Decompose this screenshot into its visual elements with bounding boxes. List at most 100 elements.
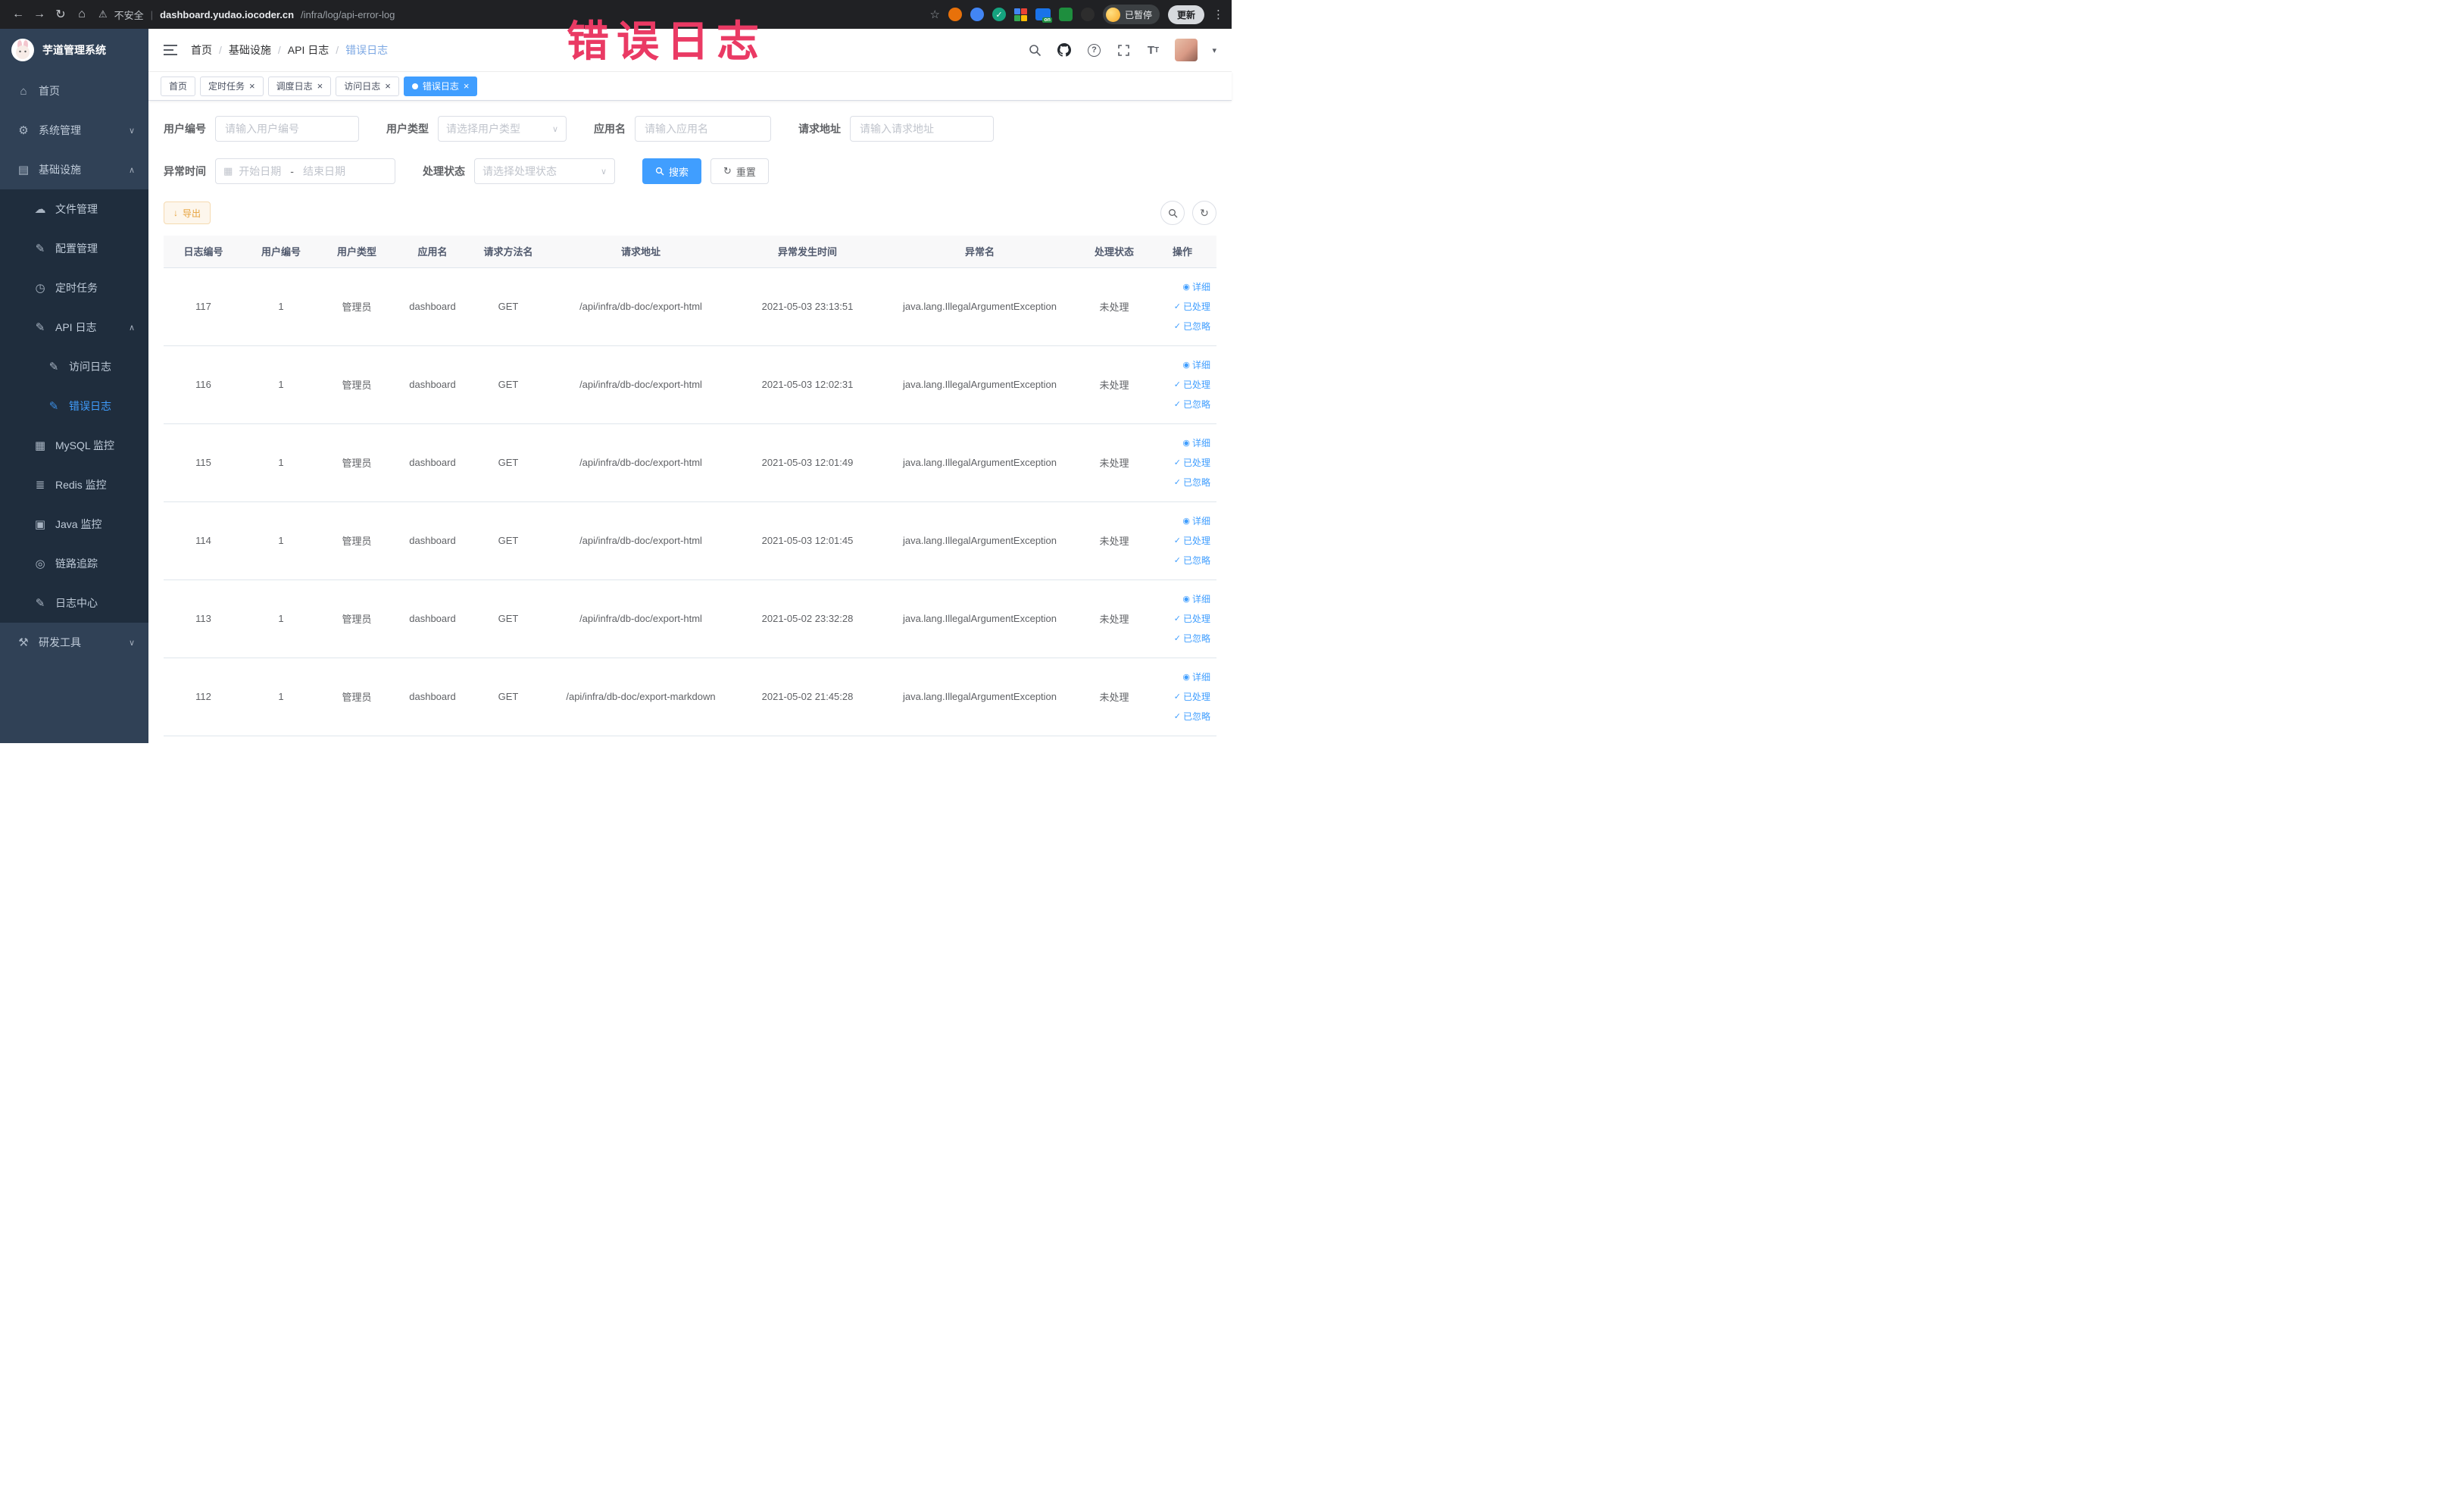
start-date-placeholder: 开始日期 (239, 165, 282, 177)
close-icon[interactable]: × (385, 81, 391, 91)
sidebar-item-dev-tools[interactable]: ⚒ 研发工具 ∨ (0, 623, 148, 662)
sidebar-item-java-monitor[interactable]: ▣ Java 监控 (0, 505, 148, 544)
sidebar-item-label: 研发工具 (39, 636, 81, 648)
bookmark-star-icon[interactable]: ☆ (930, 8, 940, 21)
sidebar-item-system-admin[interactable]: ⚙ 系统管理 ∨ (0, 111, 148, 150)
mark-processed-link[interactable]: ✓ 已处理 (1148, 609, 1210, 629)
mark-processed-link[interactable]: ✓ 已处理 (1148, 531, 1210, 551)
cell-request-url: /api/infra/db-doc/export-markdown (546, 658, 735, 736)
mark-ignored-link[interactable]: ✓ 已忽略 (1148, 707, 1210, 726)
sidebar-item-error-log[interactable]: ✎ 错误日志 (0, 386, 148, 426)
search-icon (1168, 208, 1177, 217)
mark-processed-link[interactable]: ✓ 已处理 (1148, 453, 1210, 473)
detail-link[interactable]: ◉ 详细 (1148, 277, 1210, 297)
app-name-input[interactable] (635, 116, 771, 142)
tab-access-log[interactable]: 访问日志 × (336, 76, 399, 96)
cell-exception-name: java.lang.IllegalArgumentException (879, 658, 1080, 736)
detail-link-label: 详细 (1191, 360, 1210, 370)
sidebar-item-config-management[interactable]: ✎ 配置管理 (0, 229, 148, 268)
detail-link[interactable]: ◉ 详细 (1148, 433, 1210, 453)
close-icon[interactable]: × (464, 81, 470, 91)
sidebar-item-infrastructure[interactable]: ▤ 基础设施 ∧ (0, 150, 148, 189)
extension-icon[interactable] (1058, 8, 1073, 21)
mark-ignored-link[interactable]: ✓ 已忽略 (1148, 551, 1210, 570)
reload-icon[interactable]: ↻ (50, 4, 71, 25)
process-status-select[interactable]: 请选择处理状态 ∨ (474, 158, 615, 184)
sidebar-item-file-management[interactable]: ☁ 文件管理 (0, 189, 148, 229)
browser-update-button[interactable]: 更新 (1167, 5, 1204, 24)
address-divider: | (150, 8, 154, 20)
font-size-icon[interactable]: TT (1145, 42, 1160, 58)
tab-schedule-log[interactable]: 调度日志 × (267, 76, 332, 96)
tab-scheduled-jobs[interactable]: 定时任务 × (200, 76, 264, 96)
mark-processed-link[interactable]: ✓ 已处理 (1148, 297, 1210, 317)
profile-emoji-avatar (1105, 7, 1120, 22)
sidebar-item-api-log[interactable]: ✎ API 日志 ∧ (0, 308, 148, 347)
help-icon[interactable]: ? (1086, 42, 1101, 58)
browser-profile-button[interactable]: 已暂停 (1102, 5, 1160, 24)
back-icon[interactable]: ← (8, 4, 29, 25)
app-logo[interactable]: 芋道管理系统 (0, 29, 148, 71)
github-icon[interactable] (1057, 42, 1072, 58)
close-icon[interactable]: × (249, 81, 255, 91)
filter-process-status: 处理状态 请选择处理状态 ∨ (423, 158, 615, 184)
extension-icon[interactable] (970, 8, 984, 21)
sidebar-item-label: Redis 监控 (55, 479, 107, 491)
user-id-input[interactable] (215, 116, 359, 142)
mark-ignored-link[interactable]: ✓ 已忽略 (1148, 317, 1210, 336)
cell-status: 未处理 (1080, 345, 1148, 424)
breadcrumb-item[interactable]: API 日志 (288, 42, 329, 58)
cell-method: GET (470, 267, 546, 346)
extension-icon[interactable] (1013, 8, 1027, 21)
breadcrumb-item[interactable]: 首页 (191, 42, 212, 58)
sidebar-fold-icon[interactable] (164, 45, 177, 55)
mark-ignored-link[interactable]: ✓ 已忽略 (1148, 473, 1210, 492)
detail-link[interactable]: ◉ 详细 (1148, 589, 1210, 609)
filter-label: 应用名 (594, 123, 626, 135)
exception-time-range-picker[interactable]: ▦ 开始日期 - 结束日期 (215, 158, 395, 184)
search-icon[interactable] (1027, 42, 1042, 58)
address-bar[interactable]: ⚠ 不安全 | dashboard.yudao.iocoder.cn/infra… (98, 8, 930, 22)
cell-app-name: dashboard (395, 345, 470, 424)
sidebar-item-redis-monitor[interactable]: ≣ Redis 监控 (0, 465, 148, 505)
extension-icon[interactable]: ✓ (992, 8, 1006, 21)
refresh-button[interactable]: ↻ (1192, 201, 1216, 225)
home-icon[interactable]: ⌂ (71, 4, 92, 25)
sidebar-item-scheduled-jobs[interactable]: ◷ 定时任务 (0, 268, 148, 308)
tab-error-log[interactable]: 错误日志 × (403, 76, 478, 96)
detail-link[interactable]: ◉ 详细 (1148, 667, 1210, 687)
detail-link[interactable]: ◉ 详细 (1148, 511, 1210, 531)
download-icon: ↓ (173, 208, 178, 218)
sidebar-item-access-log[interactable]: ✎ 访问日志 (0, 347, 148, 386)
extension-icon[interactable]: on (1035, 8, 1052, 23)
forward-icon[interactable]: → (29, 4, 50, 25)
reset-button[interactable]: ↻ 重置 (710, 158, 769, 184)
tab-home[interactable]: 首页 (161, 76, 196, 96)
avatar-caret-down-icon[interactable]: ▾ (1212, 45, 1216, 55)
extension-icon[interactable] (948, 8, 962, 21)
extension-icon[interactable] (1080, 8, 1095, 21)
toggle-search-button[interactable] (1160, 201, 1185, 225)
detail-link[interactable]: ◉ 详细 (1148, 355, 1210, 375)
breadcrumb-item[interactable]: 基础设施 (229, 42, 271, 58)
export-button[interactable]: ↓ 导出 (164, 201, 211, 224)
user-type-select[interactable]: 请选择用户类型 ∨ (438, 116, 567, 142)
cell-request-url: /api/infra/db-doc/export-html (546, 423, 735, 502)
request-url-input[interactable] (850, 116, 994, 142)
search-icon (655, 167, 664, 176)
search-button[interactable]: 搜索 (642, 158, 702, 184)
sidebar-item-trace[interactable]: ◎ 链路追踪 (0, 544, 148, 583)
mark-ignored-link[interactable]: ✓ 已忽略 (1148, 395, 1210, 414)
mark-ignored-link[interactable]: ✓ 已忽略 (1148, 629, 1210, 648)
user-avatar[interactable] (1175, 39, 1198, 61)
sidebar-item-home[interactable]: ⌂ 首页 (0, 71, 148, 111)
mark-processed-link[interactable]: ✓ 已处理 (1148, 687, 1210, 707)
fullscreen-icon[interactable] (1116, 42, 1131, 58)
browser-menu-icon[interactable]: ⋮ (1213, 8, 1224, 21)
navbar-right-menu: ? TT ▾ (1027, 39, 1216, 61)
check-icon: ✓ (1173, 634, 1181, 643)
sidebar-item-mysql-monitor[interactable]: ▦ MySQL 监控 (0, 426, 148, 465)
close-icon[interactable]: × (317, 81, 323, 91)
mark-processed-link[interactable]: ✓ 已处理 (1148, 375, 1210, 395)
sidebar-item-log-center[interactable]: ✎ 日志中心 (0, 583, 148, 623)
